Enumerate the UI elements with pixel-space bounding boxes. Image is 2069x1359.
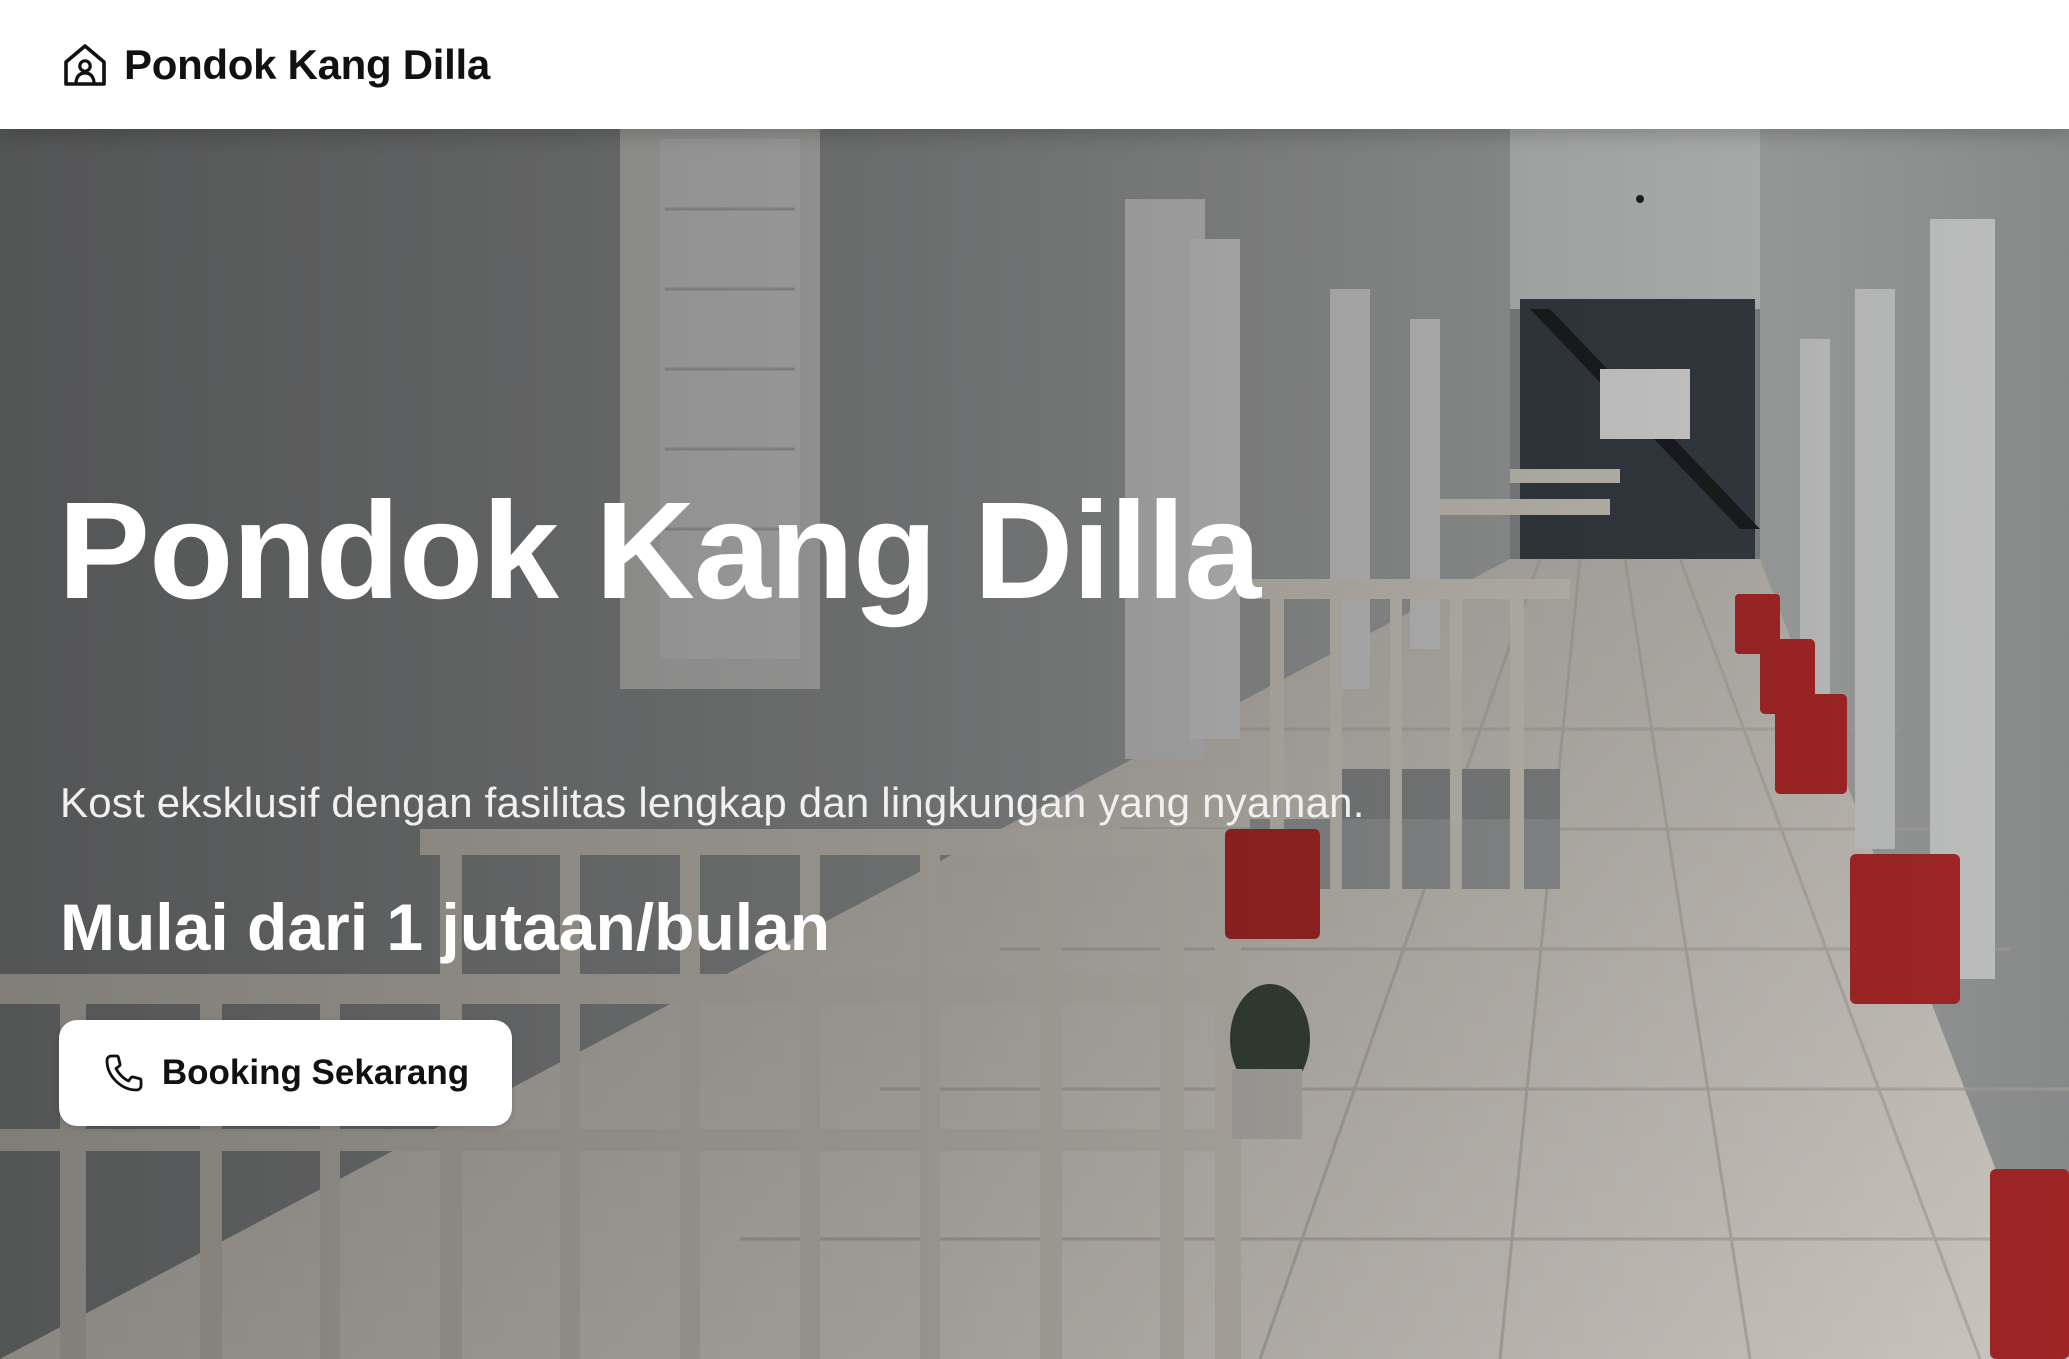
brand-name: Pondok Kang Dilla — [124, 40, 490, 88]
booking-button-label: Booking Sekarang — [161, 1053, 470, 1092]
hero-subtitle: Kost eksklusif dengan fasilitas lengkap … — [60, 779, 1365, 826]
hero-overlay — [0, 129, 2069, 1359]
booking-button[interactable]: Booking Sekarang — [59, 1020, 512, 1126]
brand-link[interactable]: Pondok Kang Dilla — [60, 40, 490, 90]
phone-icon — [105, 1054, 143, 1092]
navbar: Pondok Kang Dilla — [0, 0, 2069, 129]
hero-title: Pondok Kang Dilla — [58, 474, 1261, 628]
hero-section: Pondok Kang Dilla Kost eksklusif dengan … — [0, 129, 2069, 1359]
hero-price: Mulai dari 1 jutaan/bulan — [60, 890, 831, 964]
home-icon — [64, 43, 106, 86]
